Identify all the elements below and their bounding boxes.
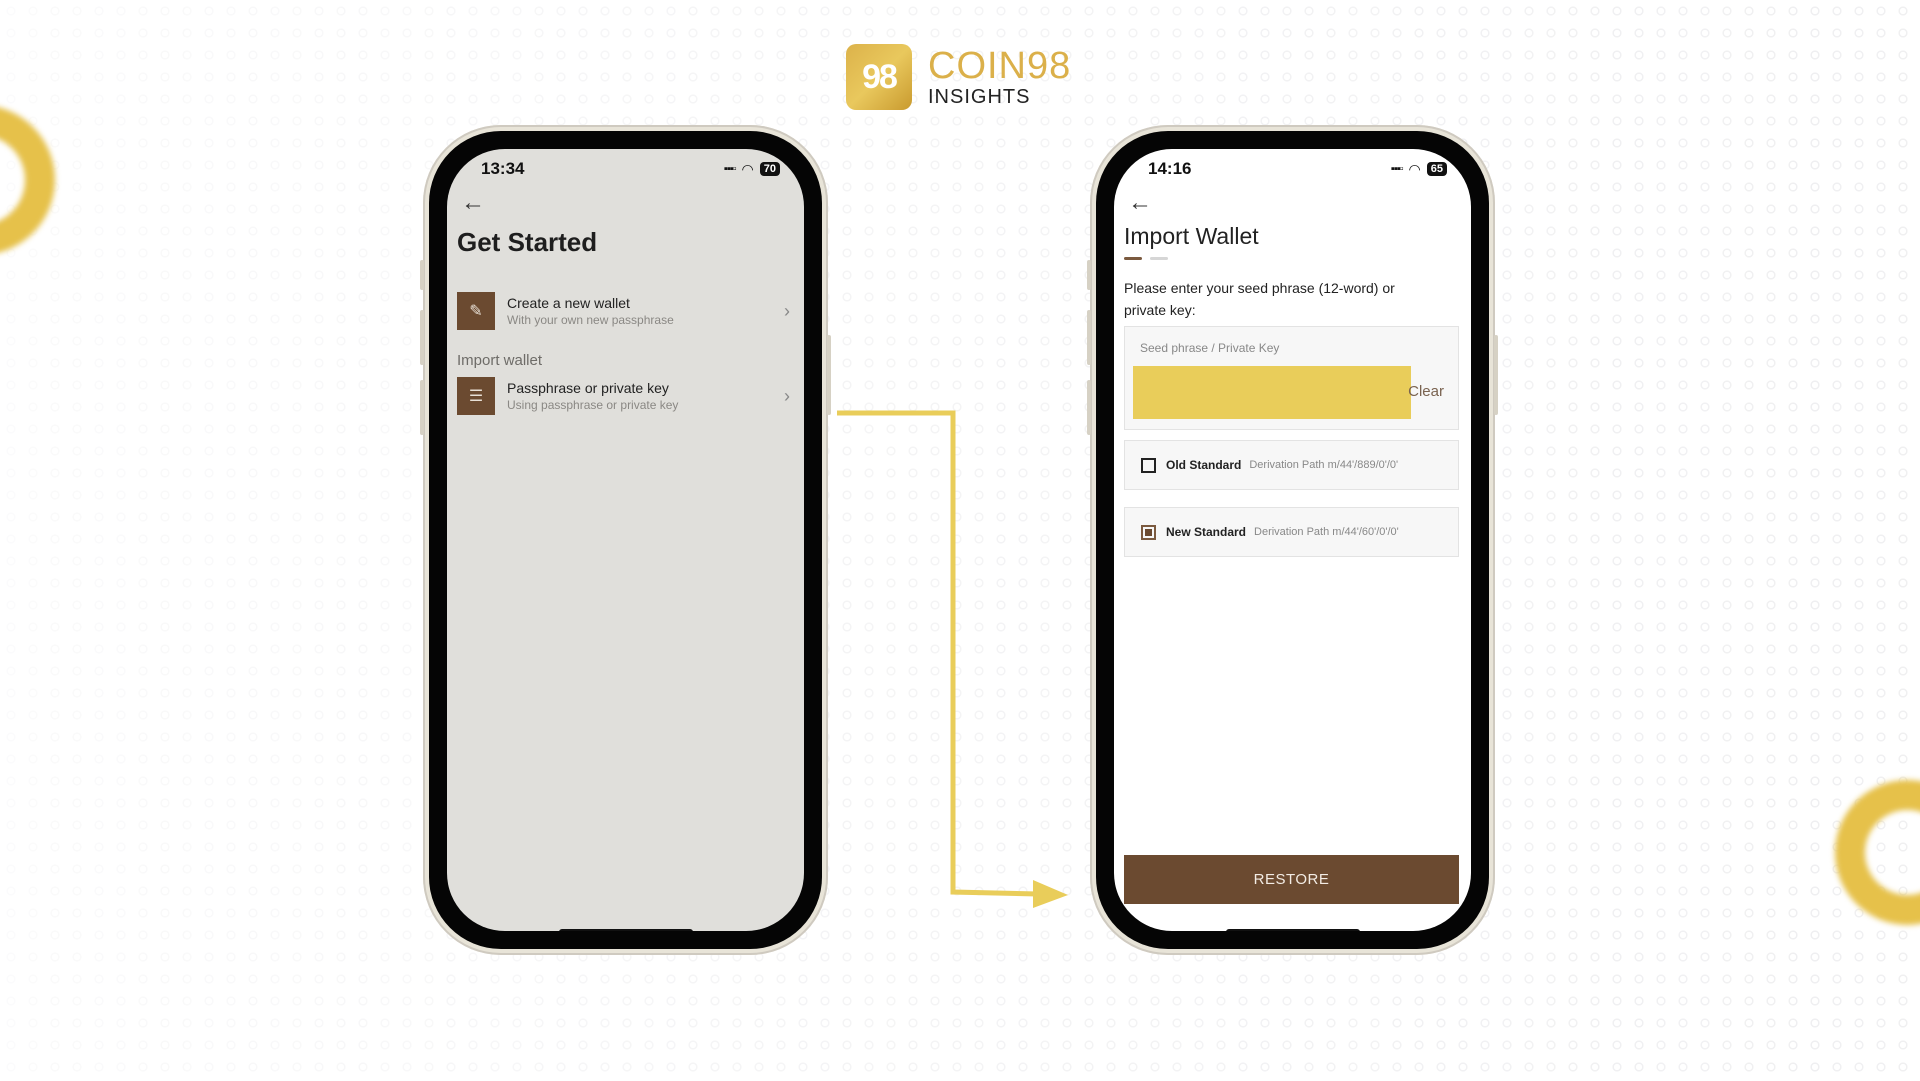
flow-arrow-head — [1033, 880, 1068, 908]
flow-arrow — [837, 410, 1068, 908]
flow-arrow-line — [837, 410, 1039, 897]
